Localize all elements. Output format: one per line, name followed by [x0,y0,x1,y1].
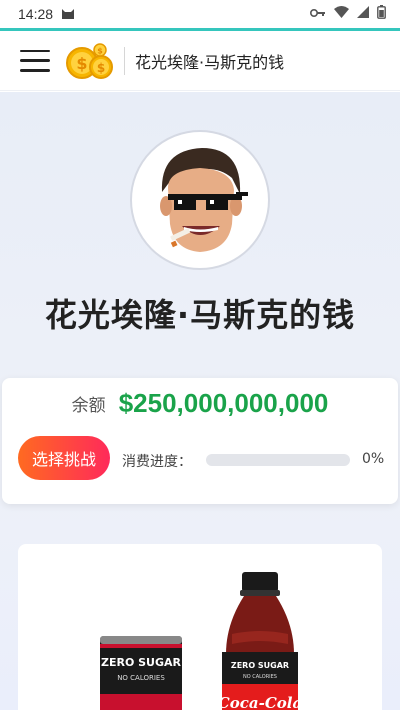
balance-card: 余额 $250,000,000,000 选择挑战 消费进度： 0% [2,378,398,504]
spending-progress-bar [206,454,350,466]
svg-text:ZERO SUGAR: ZERO SUGAR [231,661,289,670]
status-bar: 14:28 [0,0,400,28]
battery-icon [377,5,386,23]
progress-label: 消费进度： [122,454,192,470]
balance-value: $250,000,000,000 [118,388,329,418]
progress-percent: 0% [362,451,385,467]
status-time: 14:28 [18,6,54,22]
balance-row: 余额 $250,000,000,000 [2,388,398,419]
wifi-icon [334,6,349,22]
key-icon [309,6,326,22]
coin-stack-icon: $ $ $ [64,41,114,81]
header-divider [124,46,125,75]
balance-label: 余额 [71,396,106,416]
coca-cola-bottle-image: ZERO SUGAR NO CALORIES Coca-Cola [218,572,302,710]
svg-text:NO CALORIES: NO CALORIES [117,674,165,682]
svg-text:$: $ [76,54,87,73]
page-title: 花光埃隆·马斯克的钱 [44,296,356,334]
app-title: 花光埃隆·马斯克的钱 [135,52,285,72]
hamburger-menu-icon[interactable] [20,49,50,72]
svg-text:Coca-Cola: Coca-Cola [218,694,302,710]
avatar [130,130,270,270]
choose-challenge-button[interactable]: 选择挑战 [18,436,110,480]
svg-text:$: $ [97,61,105,75]
zero-sugar-can-image: ZERO SUGAR NO CALORIES [100,636,182,710]
signal-icon [357,6,369,22]
svg-text:$: $ [97,46,103,55]
product-card[interactable]: ZERO SUGAR NO CALORIES ZERO SUGAR NO CAL… [18,544,382,710]
cat-icon [61,8,75,20]
main-content: 花光埃隆·马斯克的钱 余额 $250,000,000,000 选择挑战 消费进度… [0,92,400,710]
svg-text:ZERO SUGAR: ZERO SUGAR [101,656,182,669]
app-bar: $ $ $ 花光埃隆·马斯克的钱 [0,31,400,91]
svg-text:NO CALORIES: NO CALORIES [243,674,277,680]
